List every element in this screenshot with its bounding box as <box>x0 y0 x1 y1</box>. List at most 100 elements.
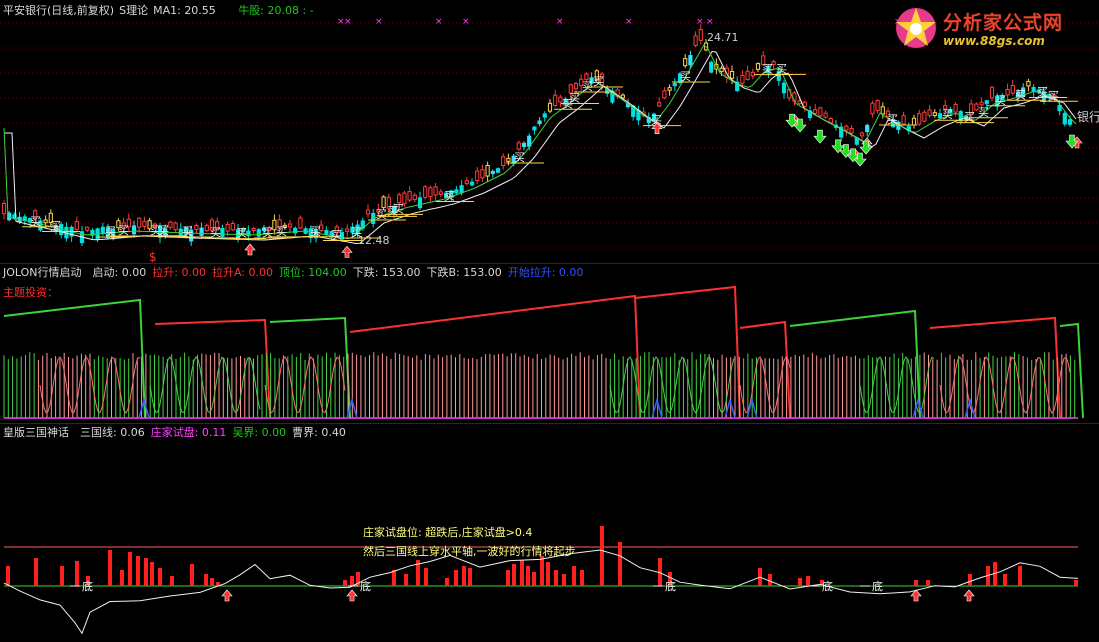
candle-body <box>516 142 521 150</box>
panel2-field-0: 启动: 0.00 <box>92 266 147 279</box>
candle-body <box>85 226 90 231</box>
niugu-line <box>3 43 1077 240</box>
candle-body <box>381 196 386 209</box>
candle-body <box>438 191 443 195</box>
candle-body <box>485 164 490 177</box>
candle-body <box>740 74 745 84</box>
buy-label: 买 <box>444 190 455 203</box>
candle-body <box>828 118 833 124</box>
note-line-1: 庄家试盘位: 超跌后,庄家试盘>0.4 <box>363 526 533 539</box>
zhuangjia-bar <box>6 566 10 586</box>
low-price-label: 12.48 <box>358 234 390 247</box>
dollar-marker: $ <box>149 250 157 264</box>
candle-body <box>173 222 178 231</box>
zhuangjia-bar <box>343 580 347 586</box>
buy-label: 买 <box>995 94 1006 107</box>
candle-body <box>657 102 662 107</box>
zhuangjia-bar <box>108 550 112 586</box>
logo-title: 分析家公式网 <box>943 12 1064 34</box>
candle-body <box>755 63 761 70</box>
candlesticks <box>1 24 1073 247</box>
buy-label: 买 <box>1048 89 1059 102</box>
jolon-wave <box>609 356 735 414</box>
candle-body <box>480 169 485 179</box>
candle-body <box>137 217 142 228</box>
candle-body <box>917 113 922 125</box>
indicator-name: S理论 <box>119 4 149 17</box>
buy-label: 买 <box>50 220 61 233</box>
candle-body <box>979 101 984 106</box>
candle-body <box>1062 112 1067 125</box>
candle-body <box>204 224 209 232</box>
panel3-field-0: 三国线: 0.06 <box>80 426 145 439</box>
zhuangjia-bar <box>34 558 38 586</box>
high-price-label: 24.71 <box>707 31 739 44</box>
candle-body <box>922 111 927 122</box>
candle-body <box>698 29 703 41</box>
zhuangjia-bar <box>798 578 802 586</box>
zhuangjia-bar <box>1074 580 1078 586</box>
zhuangjia-bar <box>520 560 524 586</box>
buy-label: 买 <box>30 215 41 228</box>
jolon-fields: 启动: 0.00 拉升: 0.00 拉升A: 0.00 顶位: 104.00 下跌: 1… <box>87 266 584 279</box>
candle-body <box>802 101 807 107</box>
candle-body <box>719 67 724 73</box>
bottom-up-arrow-icon <box>221 589 233 602</box>
candle-body <box>953 104 958 113</box>
candle-body <box>225 223 230 232</box>
candle-body <box>573 82 579 90</box>
bottom-up-arrow-icon <box>346 589 358 602</box>
zhuangjia-bar <box>768 574 772 586</box>
jolon-envelope-8 <box>1059 322 1084 419</box>
zhuangjia-bar <box>120 570 124 586</box>
panel2-field-2: 拉升A: 0.00 <box>211 266 274 279</box>
candle-body <box>495 168 501 173</box>
candle-body <box>412 194 417 200</box>
buy-label: 买 <box>776 62 787 75</box>
cross-markers: ×××××××××× <box>337 17 902 27</box>
zhuangjia-bar <box>806 576 810 586</box>
candle-body <box>870 102 875 115</box>
candle-body <box>683 58 688 67</box>
jolon-envelope-3 <box>349 294 641 419</box>
candle-body <box>417 197 423 209</box>
zhuangjia-bar <box>158 568 162 586</box>
zhuangjia-bar <box>1018 566 1022 586</box>
note-line-2: 然后三国线上穿水平轴,一波好的行情将起步 <box>363 545 576 558</box>
jolon-wave <box>859 356 935 414</box>
zhuangjia-bar <box>128 552 132 586</box>
buy-label: 买 <box>276 225 287 238</box>
candle-body <box>781 82 787 94</box>
cross-marker: × <box>706 17 714 27</box>
candle-body <box>672 83 677 87</box>
candle-body <box>469 181 475 186</box>
buy-label: 买 <box>942 108 953 121</box>
candle-body <box>230 223 235 231</box>
zhuangjia-bar <box>506 570 510 586</box>
candle-body <box>345 228 350 232</box>
zhuangjia-bar <box>136 556 140 586</box>
zhuangjia-bar <box>914 580 918 586</box>
candle-body <box>324 230 329 235</box>
right-edge-label: 银行 <box>1077 110 1099 124</box>
zhuangjia-bar <box>190 564 194 586</box>
candle-body <box>745 70 750 80</box>
buy-label: 买 <box>887 113 898 126</box>
jolon-panel[interactable] <box>3 285 1084 419</box>
candle-body <box>688 55 693 66</box>
candle-body <box>823 112 828 118</box>
cross-marker: × <box>344 17 352 27</box>
zhuangjia-bar <box>350 576 354 586</box>
candle-body <box>787 89 792 99</box>
buy-label: 买 <box>236 227 247 240</box>
candle-body <box>849 127 854 134</box>
candle-body <box>750 71 755 77</box>
zhuangjia-bar <box>554 570 558 586</box>
candle-body <box>662 90 667 99</box>
zhuangjia-bar <box>150 562 154 586</box>
logo-url: www.88gs.com <box>943 34 1045 48</box>
candle-body <box>501 156 506 167</box>
strategy-notes: 庄家试盘位: 超跌后,庄家试盘>0.4 然后三国线上穿水平轴,一波好的行情将起步 <box>363 523 576 561</box>
candle-body <box>1 202 7 215</box>
jolon-subtitle: 主题投资： <box>3 286 58 299</box>
